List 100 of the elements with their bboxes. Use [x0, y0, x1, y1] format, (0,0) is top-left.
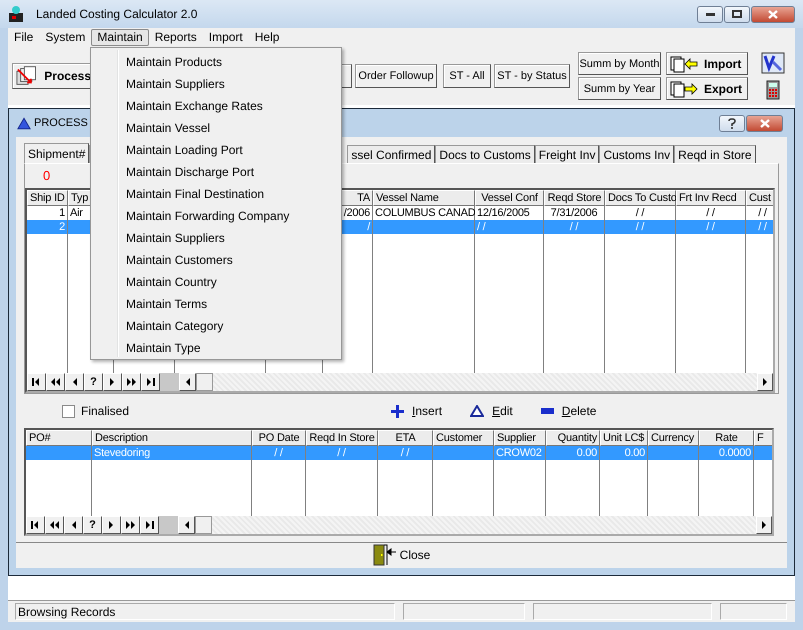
- menu-item[interactable]: Maintain Exchange Rates: [93, 95, 339, 117]
- column-header[interactable]: Currency: [648, 430, 699, 446]
- selected-cell: / /: [475, 220, 544, 234]
- minimize-button[interactable]: [697, 6, 723, 22]
- action-button[interactable]: Edit: [470, 404, 513, 418]
- column-header[interactable]: Rate: [699, 430, 754, 446]
- column-header[interactable]: Description: [92, 430, 252, 446]
- column-header[interactable]: Quantity: [546, 430, 600, 446]
- column-header[interactable]: Reqd Store: [544, 190, 605, 206]
- tab[interactable]: Docs to Customs: [435, 145, 535, 163]
- column-header[interactable]: Supplier: [494, 430, 546, 446]
- nav-button[interactable]: [102, 516, 121, 534]
- tab[interactable]: Freight Inv: [534, 145, 600, 163]
- action-button[interactable]: Delete: [540, 404, 596, 418]
- selected-cell: Stevedoring: [92, 446, 252, 460]
- column-header[interactable]: Vessel Name: [373, 190, 475, 206]
- scroll-right-button[interactable]: [757, 373, 773, 391]
- nav-button[interactable]: [122, 373, 141, 391]
- nav-help-button[interactable]: ?: [83, 516, 102, 534]
- column-header[interactable]: Frt Inv Recd: [676, 190, 746, 206]
- window-title: PROCESS: [34, 117, 88, 129]
- close-button[interactable]: [746, 114, 783, 132]
- minus-icon: [540, 408, 554, 414]
- action-button[interactable]: Insert: [391, 404, 442, 418]
- nav-button[interactable]: [45, 516, 64, 534]
- process-icon: [16, 65, 38, 87]
- column-header[interactable]: Docs To Custo: [605, 190, 676, 206]
- export-button[interactable]: Export: [666, 77, 748, 100]
- status-panel: [720, 603, 787, 620]
- menu-item[interactable]: Maintain Country: [93, 271, 339, 293]
- tab[interactable]: Reqd in Store: [674, 145, 756, 163]
- menu-item[interactable]: Import: [202, 29, 249, 46]
- nav-button[interactable]: [103, 373, 122, 391]
- column-header[interactable]: PO#: [26, 430, 92, 446]
- toolbar-button[interactable]: Summ by Month: [578, 52, 661, 75]
- nav-button[interactable]: [46, 373, 65, 391]
- scroll-left-button[interactable]: [178, 516, 195, 534]
- scroll-thumb[interactable]: [160, 373, 179, 391]
- close-button[interactable]: Close: [372, 544, 430, 566]
- menu-item[interactable]: File: [8, 29, 40, 46]
- scroll-track: [196, 373, 213, 391]
- menu-item[interactable]: Maintain Products: [93, 51, 339, 73]
- menu-item[interactable]: Maintain Suppliers: [93, 73, 339, 95]
- calculator-icon[interactable]: [766, 80, 780, 100]
- menu-item[interactable]: Reports: [148, 29, 203, 46]
- close-button[interactable]: [751, 6, 795, 22]
- tab[interactable]: Shipment#: [24, 143, 90, 163]
- scroll-left-button[interactable]: [179, 373, 196, 391]
- selected-cell: / /: [252, 446, 306, 460]
- column-header[interactable]: Cust: [746, 190, 773, 206]
- menu-item[interactable]: Help: [248, 29, 286, 46]
- nav-button[interactable]: [65, 373, 84, 391]
- column-header[interactable]: Reqd In Store: [306, 430, 378, 446]
- menu-item[interactable]: Maintain Type: [93, 337, 339, 359]
- menu-item[interactable]: Maintain Terms: [93, 293, 339, 315]
- maximize-icon: [732, 10, 742, 18]
- toolbar-button[interactable]: ST - by Status: [494, 64, 570, 88]
- nav-help-button[interactable]: ?: [84, 373, 103, 391]
- menu-item[interactable]: Maintain Loading Port: [93, 139, 339, 161]
- tab[interactable]: ssel Confirmed: [347, 145, 436, 163]
- menu-item[interactable]: Maintain: [91, 29, 149, 46]
- checkbox-label: Finalised: [81, 404, 130, 418]
- menu-item[interactable]: Maintain Customers: [93, 249, 339, 271]
- column-header[interactable]: Ship ID: [27, 190, 68, 206]
- document-icon[interactable]: [761, 52, 785, 74]
- menu-item[interactable]: Maintain Category: [93, 315, 339, 337]
- column-header[interactable]: Customer: [433, 430, 494, 446]
- process-button[interactable]: Process: [12, 63, 92, 89]
- toolbar-button[interactable]: Summ by Year: [578, 77, 661, 100]
- table-cell: / /: [605, 206, 676, 220]
- nav-button[interactable]: [27, 373, 46, 391]
- column-header[interactable]: Unit LC$: [600, 430, 648, 446]
- checkbox[interactable]: [62, 404, 75, 418]
- import-button[interactable]: Import: [666, 52, 748, 75]
- nav-button[interactable]: [141, 373, 160, 391]
- maximize-button[interactable]: [724, 6, 750, 22]
- column-header[interactable]: F: [754, 430, 772, 446]
- nav-button[interactable]: [64, 516, 83, 534]
- help-button[interactable]: [719, 114, 745, 132]
- nav-button[interactable]: [121, 516, 140, 534]
- menu-item[interactable]: System: [39, 29, 92, 46]
- column-header[interactable]: Vessel Conf: [475, 190, 544, 206]
- menu-item[interactable]: Maintain Discharge Port: [93, 161, 339, 183]
- nav-button[interactable]: [26, 516, 45, 534]
- window-title: Landed Costing Calculator 2.0: [36, 7, 198, 21]
- nav-button[interactable]: [140, 516, 159, 534]
- app-icon: [8, 5, 24, 23]
- table-cell: 7/31/2006: [544, 206, 605, 220]
- selected-cell: / /: [676, 220, 746, 234]
- scroll-right-button[interactable]: [756, 516, 772, 534]
- toolbar-button[interactable]: ST - All: [443, 64, 491, 88]
- tab[interactable]: Customs Inv: [599, 145, 674, 163]
- toolbar-button[interactable]: Order Followup: [355, 64, 437, 88]
- column-header[interactable]: ETA: [378, 430, 433, 446]
- minimize-icon: [706, 12, 714, 16]
- scroll-thumb[interactable]: [159, 516, 178, 534]
- selected-cell: 0.00: [600, 446, 648, 460]
- menu-item[interactable]: Maintain Vessel: [93, 117, 339, 139]
- nav-last-icon: [144, 519, 155, 531]
- column-header[interactable]: PO Date: [252, 430, 306, 446]
